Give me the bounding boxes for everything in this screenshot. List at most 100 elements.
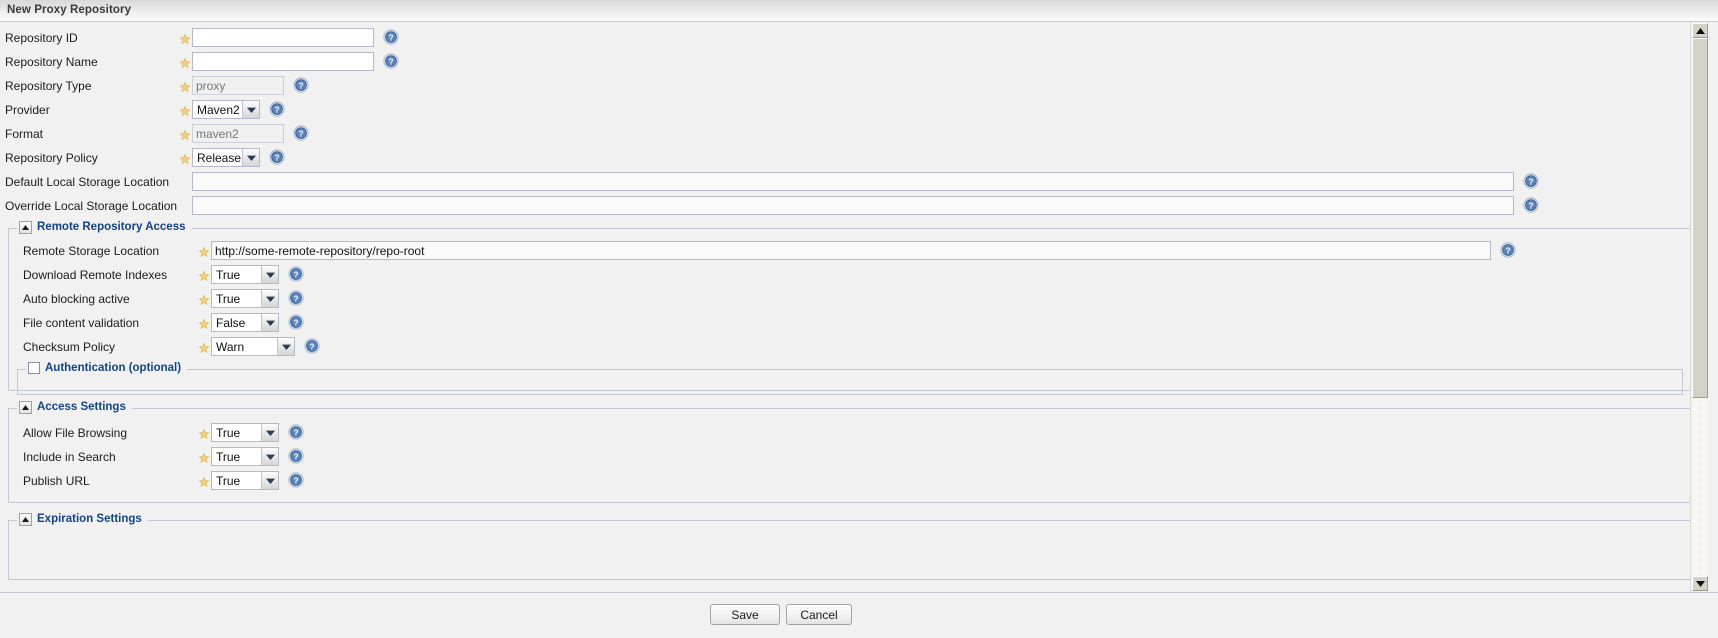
select-checksum-policy[interactable]: Warn xyxy=(211,337,295,356)
input-repository-name[interactable] xyxy=(192,52,374,71)
field-label-auto-blocking-active: Auto blocking active xyxy=(23,292,130,306)
general-settings-group: Repository ID? Repository Name? Repository… xyxy=(0,22,1700,219)
svg-text:?: ? xyxy=(309,341,314,351)
select-provider[interactable]: Maven2 xyxy=(192,100,260,119)
select-repository-policy[interactable]: Release xyxy=(192,148,260,167)
chevron-down-icon[interactable] xyxy=(261,424,278,441)
field-label-file-content-validation: File content validation xyxy=(23,316,140,330)
required-star-icon xyxy=(198,342,210,354)
help-circle-icon[interactable]: ? xyxy=(269,101,285,117)
input-repository-id[interactable] xyxy=(192,28,374,47)
required-star-icon xyxy=(198,476,210,488)
form-row-checksum-policy: Checksum Policy Warn? xyxy=(9,336,1691,360)
required-star-icon xyxy=(179,129,191,141)
remote-repository-access-legend[interactable]: Remote Repository Access xyxy=(19,219,192,235)
scrollbar-thumb[interactable] xyxy=(1692,38,1708,398)
help-circle-icon[interactable]: ? xyxy=(1523,173,1539,189)
field-label-repository-id: Repository ID xyxy=(5,31,78,45)
chevron-down-icon[interactable] xyxy=(261,472,278,489)
help-circle-icon[interactable]: ? xyxy=(304,338,320,354)
form-row-repository-policy: Repository Policy Release? xyxy=(0,147,1700,171)
select-value-allow-file-browsing: True xyxy=(216,425,241,440)
select-auto-blocking-active[interactable]: True xyxy=(211,289,279,308)
help-circle-icon[interactable]: ? xyxy=(293,77,309,93)
authentication-checkbox[interactable] xyxy=(28,362,40,374)
chevron-down-icon[interactable] xyxy=(242,149,259,166)
help-circle-icon[interactable]: ? xyxy=(288,266,304,282)
authentication-legend-label: Authentication (optional) xyxy=(45,362,182,374)
required-star-icon xyxy=(198,294,210,306)
chevron-down-icon[interactable] xyxy=(261,290,278,307)
form-row-remote-storage-location: Remote Storage Location? xyxy=(9,240,1691,264)
select-publish-url[interactable]: True xyxy=(211,471,279,490)
vertical-scrollbar[interactable] xyxy=(1690,22,1708,592)
help-circle-icon[interactable]: ? xyxy=(288,448,304,464)
select-value-publish-url: True xyxy=(216,473,241,488)
chevron-down-icon[interactable] xyxy=(242,101,259,118)
collapse-triangle-icon[interactable] xyxy=(19,400,32,414)
help-circle-icon[interactable]: ? xyxy=(288,290,304,306)
authentication-legend[interactable]: Authentication (optional) xyxy=(28,360,188,376)
help-circle-icon[interactable]: ? xyxy=(288,314,304,330)
field-label-include-in-search: Include in Search xyxy=(23,450,116,464)
field-label-checksum-policy: Checksum Policy xyxy=(23,340,116,354)
input-repository-type[interactable] xyxy=(192,76,284,95)
expiration-settings-legend[interactable]: Expiration Settings xyxy=(19,511,148,527)
required-star-icon xyxy=(179,153,191,165)
select-include-in-search[interactable]: True xyxy=(211,447,279,466)
access-settings-legend[interactable]: Access Settings xyxy=(19,399,132,415)
chevron-down-icon[interactable] xyxy=(261,314,278,331)
select-download-remote-indexes[interactable]: True xyxy=(211,265,279,284)
form-row-repository-name: Repository Name? xyxy=(0,51,1700,75)
required-star-icon xyxy=(179,57,191,69)
help-circle-icon[interactable]: ? xyxy=(1523,197,1539,213)
form-viewport: Repository ID? Repository Name? Repository… xyxy=(0,22,1700,592)
help-circle-icon[interactable]: ? xyxy=(288,424,304,440)
select-value-file-content-validation: False xyxy=(216,315,246,330)
select-value-download-remote-indexes: True xyxy=(216,267,241,282)
form-row-format: Format? xyxy=(0,123,1700,147)
select-file-content-validation[interactable]: False xyxy=(211,313,279,332)
select-value-repository-policy: Release xyxy=(197,150,242,165)
required-star-icon xyxy=(179,105,191,117)
collapse-triangle-icon[interactable] xyxy=(19,512,32,526)
chevron-down-icon[interactable] xyxy=(261,448,278,465)
help-circle-icon[interactable]: ? xyxy=(1500,242,1516,258)
select-allow-file-browsing[interactable]: True xyxy=(211,423,279,442)
fieldset-expiration-settings: Expiration Settings xyxy=(8,511,1692,580)
remote-repository-access-legend-label: Remote Repository Access xyxy=(37,221,186,233)
field-label-repository-policy: Repository Policy xyxy=(5,151,98,165)
svg-text:?: ? xyxy=(293,317,298,327)
help-circle-icon[interactable]: ? xyxy=(288,472,304,488)
help-circle-icon[interactable]: ? xyxy=(293,125,309,141)
scroll-down-arrow-icon[interactable] xyxy=(1692,576,1708,591)
repository-form: Repository ID? Repository Name? Repository… xyxy=(0,22,1700,580)
svg-text:?: ? xyxy=(293,475,298,485)
access-settings-legend-label: Access Settings xyxy=(37,401,126,413)
expiration-settings-legend-label: Expiration Settings xyxy=(37,513,142,525)
input-default-local-storage-location[interactable] xyxy=(192,172,1514,191)
chevron-down-icon[interactable] xyxy=(261,266,278,283)
field-label-download-remote-indexes: Download Remote Indexes xyxy=(23,268,168,282)
required-star-icon xyxy=(179,33,191,45)
input-format[interactable] xyxy=(192,124,284,143)
form-row-include-in-search: Include in Search True? xyxy=(9,446,1691,470)
field-label-provider: Provider xyxy=(5,103,50,117)
form-row-auto-blocking-active: Auto blocking active True? xyxy=(9,288,1691,312)
help-circle-icon[interactable]: ? xyxy=(383,53,399,69)
help-circle-icon[interactable]: ? xyxy=(269,149,285,165)
field-label-allow-file-browsing: Allow File Browsing xyxy=(23,426,128,440)
scroll-up-arrow-icon[interactable] xyxy=(1692,23,1708,38)
fieldset-access-settings: Access Settings Allow File Browsing True? I… xyxy=(8,399,1692,503)
form-row-repository-type: Repository Type? xyxy=(0,75,1700,99)
cancel-button[interactable]: Cancel xyxy=(786,604,852,625)
input-override-local-storage-location[interactable] xyxy=(192,196,1514,215)
help-circle-icon[interactable]: ? xyxy=(383,29,399,45)
panel-titlebar: New Proxy Repository xyxy=(0,0,1718,22)
fieldset-authentication: Authentication (optional) xyxy=(17,360,1683,395)
new-proxy-repository-panel: New Proxy Repository Repository ID? Repos… xyxy=(0,0,1718,638)
collapse-triangle-icon[interactable] xyxy=(19,220,32,234)
save-button[interactable]: Save xyxy=(710,604,780,625)
chevron-down-icon[interactable] xyxy=(277,338,294,355)
input-remote-storage-location[interactable] xyxy=(211,241,1491,260)
